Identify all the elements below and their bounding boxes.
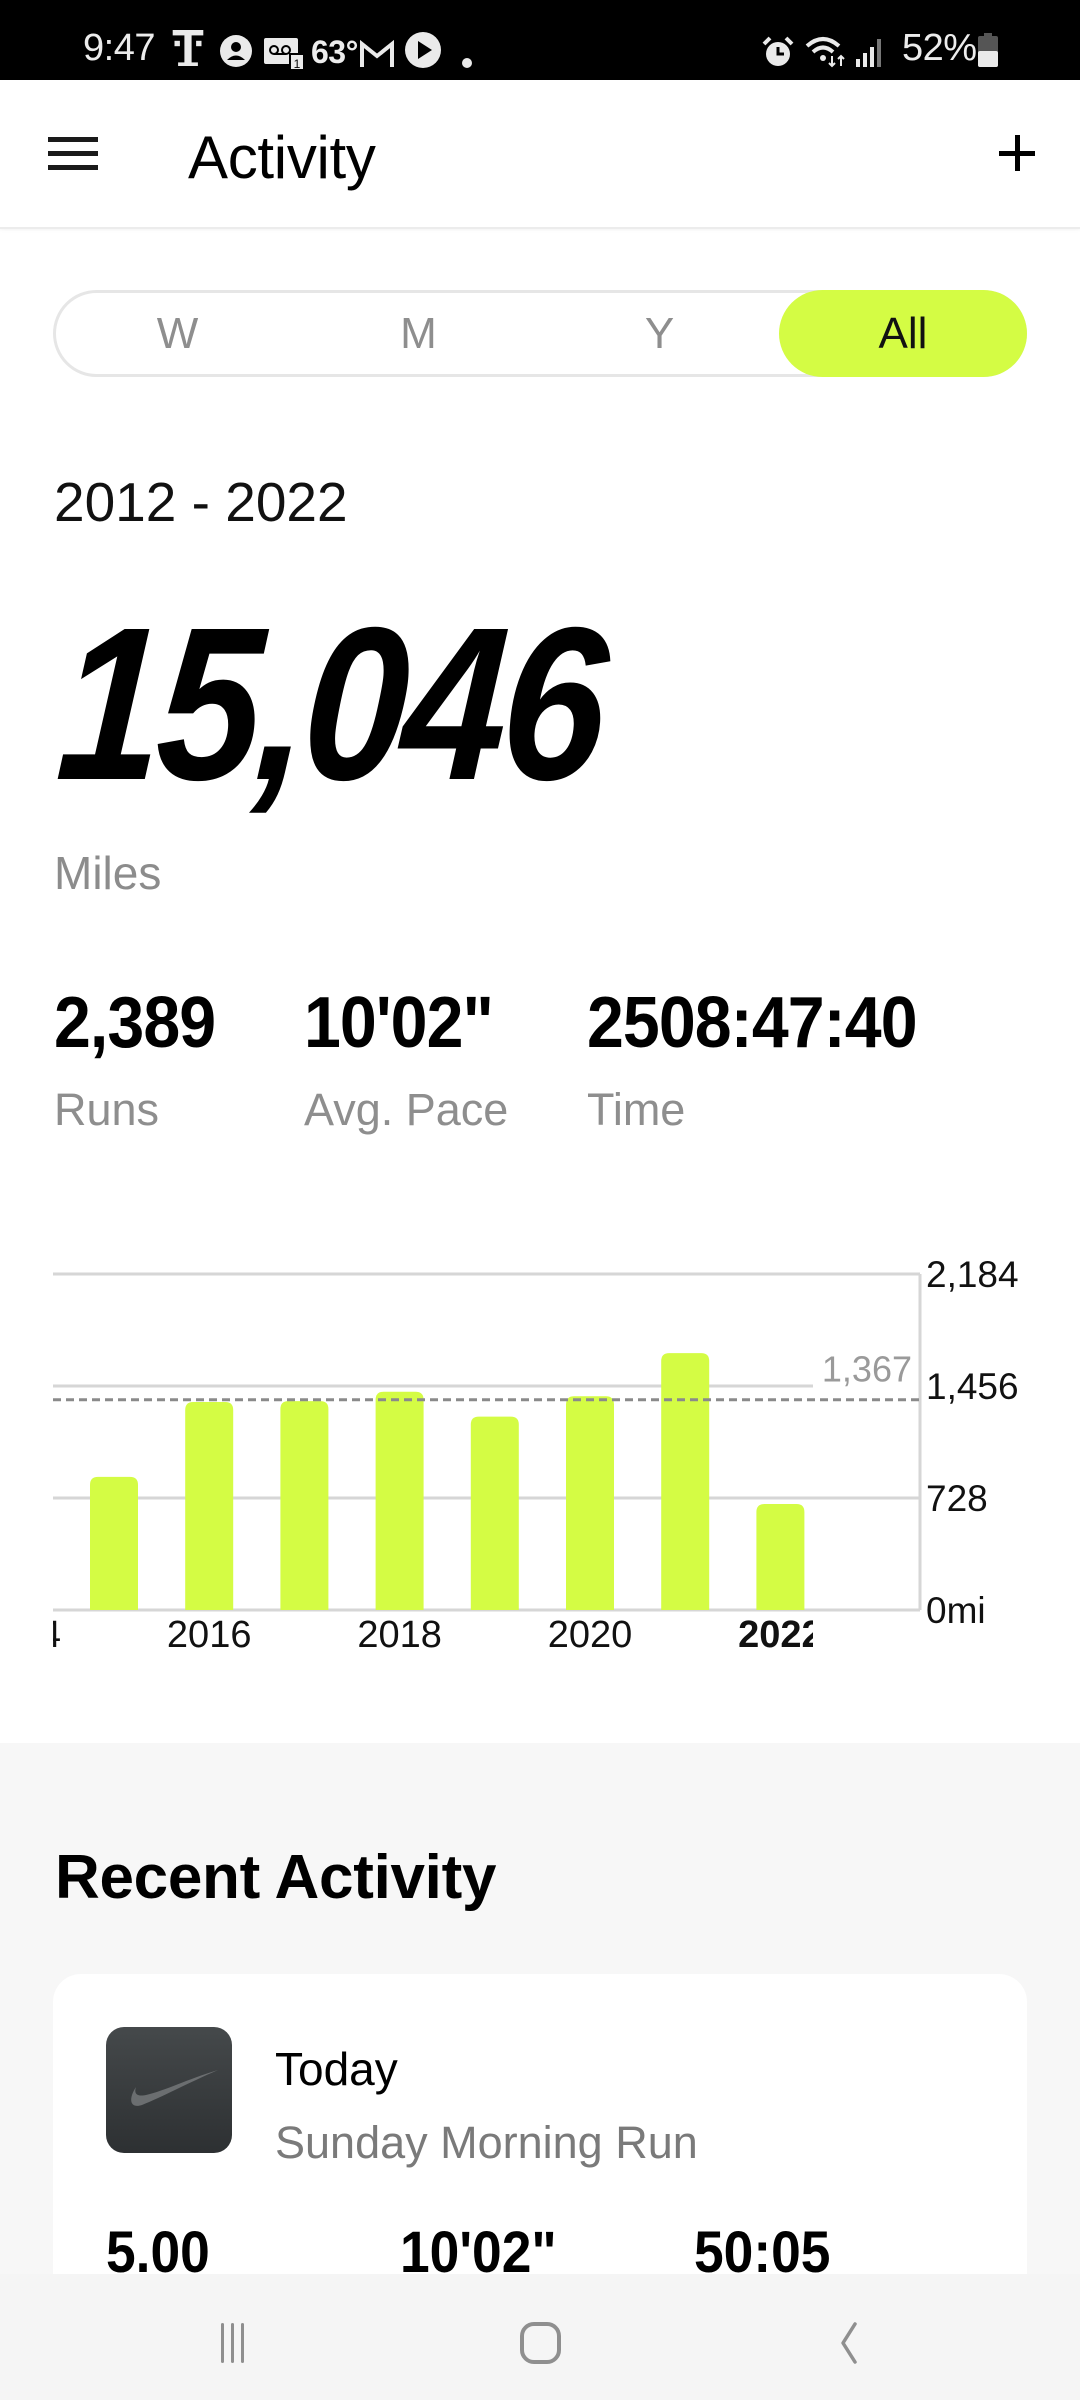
activity-thumbnail [106,2027,232,2153]
stat-avg-pace: 10'02" Avg. Pace [304,982,509,1138]
app-bar: Activity [0,80,1080,229]
period-selector: W M Y All [53,290,1027,377]
home-icon [520,2322,561,2364]
tab-month[interactable]: M [297,290,540,377]
dot-icon [462,58,472,68]
hamburger-menu-icon[interactable] [48,137,98,171]
stat-label: Avg. Pace [304,1084,509,1135]
x-tick-label: 2014 [0,1614,61,1656]
stat-label: Runs [54,1084,160,1135]
stat-value: 2508:47:40 [587,983,918,1063]
x-axis-labels: 2014 2016 2018 2020 2022 [0,1614,823,1656]
chart-bar [756,1504,805,1610]
distance-chart[interactable]: 0mi 728 1,456 2,184 1,367 2014 2016 2018 2020 202… [0,1230,1080,1680]
system-nav-bar [0,2274,1080,2400]
x-tick-label: 2018 [357,1614,442,1656]
chart-canvas: 0mi 728 1,456 2,184 1,367 2014 2016 2018 2020 202… [0,1254,1019,1656]
recent-apps-icon [221,2323,244,2363]
activity-card[interactable]: Today Sunday Morning Run 5.00 10'02" 50:… [53,1974,1027,2314]
y-tick-label: 728 [926,1478,988,1519]
x-tick-label: 2022 [738,1614,823,1656]
battery-percent: 52% [902,27,977,69]
stat-time: 2508:47:40 Time [587,982,945,1138]
stat-value: 10'02" [304,983,494,1063]
chart-bar [185,1402,234,1610]
total-distance: 15,046 [51,583,609,826]
distance-unit: Miles [54,847,162,899]
signal-icon [856,39,881,67]
status-time: 9:47 [83,27,155,69]
recent-apps-button[interactable] [188,2304,288,2370]
svg-text:1: 1 [294,57,301,71]
page-title: Activity [188,124,376,191]
chart-bar [661,1353,710,1610]
alarm-icon [762,36,794,66]
stat-value: 2,389 [54,983,216,1063]
back-icon [841,2322,857,2364]
chart-bar [470,1416,519,1610]
y-tick-label: 1,456 [926,1366,1019,1407]
status-bar: 9:47 1 63° 52% [0,0,1080,80]
chart-bar [90,1476,138,1610]
tab-week[interactable]: W [56,290,299,377]
date-range: 2012 - 2022 [54,471,348,533]
play-icon [405,32,441,68]
activity-name: Sunday Morning Run [275,2117,698,2168]
t-mobile-icon [172,30,204,66]
home-button[interactable] [490,2304,590,2370]
x-tick-label: 2020 [548,1614,633,1656]
chart-bar [566,1396,614,1610]
activity-date: Today [275,2043,398,2095]
chart-bar [375,1391,424,1610]
chart-bar [280,1401,329,1610]
gmail-icon [360,39,394,67]
battery-icon [978,33,998,67]
voicemail-icon: 1 [264,38,304,71]
plus-icon[interactable] [994,130,1040,176]
weather-temp: 63° [311,34,358,70]
average-label: 1,367 [822,1349,912,1390]
y-tick-label: 0mi [926,1590,986,1631]
back-button[interactable] [795,2304,895,2370]
stat-label: Time [587,1084,686,1135]
recent-activity-title: Recent Activity [55,1843,497,1912]
stat-runs: 2,389 Runs [54,982,229,1138]
wifi-icon [805,37,845,68]
account-icon [220,35,252,67]
nike-swoosh-icon [131,2070,218,2106]
x-tick-label: 2016 [167,1614,252,1656]
y-tick-label: 2,184 [926,1254,1019,1295]
tab-year[interactable]: Y [538,290,781,377]
tab-all[interactable]: All [779,290,1027,377]
